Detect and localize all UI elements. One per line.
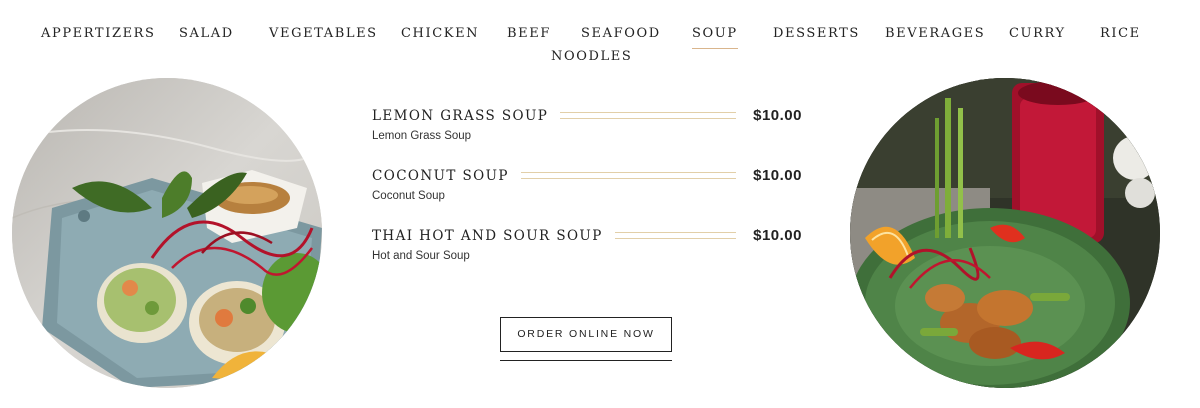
- nav-item-seafood[interactable]: SEAFOOD: [581, 26, 661, 41]
- category-nav: APPERTIZERS SALAD VEGETABLES CHICKEN BEE…: [0, 0, 1200, 70]
- menu-item-description: Lemon Grass Soup: [372, 130, 472, 142]
- menu-item-name: COCONUT SOUP: [372, 168, 521, 184]
- menu-item-description: Coconut Soup: [372, 190, 445, 202]
- order-online-button[interactable]: ORDER ONLINE NOW: [500, 317, 672, 352]
- menu-item-description: Hot and Sour Soup: [372, 250, 470, 262]
- nav-item-beef[interactable]: BEEF: [507, 26, 551, 41]
- leader-line: [536, 112, 736, 119]
- nav-item-chicken[interactable]: CHICKEN: [401, 26, 479, 41]
- menu-item: THAI HOT AND SOUR SOUP $10.00 Hot and So…: [372, 227, 802, 268]
- menu-item: LEMON GRASS SOUP $10.00 Lemon Grass Soup: [372, 107, 802, 148]
- nav-item-beverages[interactable]: BEVERAGES: [885, 26, 985, 41]
- spring-rolls-photo: [12, 78, 322, 388]
- menu-item-price: $10.00: [753, 107, 802, 124]
- nav-item-appertizers[interactable]: APPERTIZERS: [41, 26, 156, 41]
- menu-item-name: THAI HOT AND SOUR SOUP: [372, 228, 615, 244]
- menu-item-price: $10.00: [753, 167, 802, 184]
- stir-fry-photo: [850, 78, 1160, 388]
- nav-item-noodles[interactable]: NOODLES: [551, 49, 632, 64]
- button-underline: [500, 360, 672, 361]
- nav-item-salad[interactable]: SALAD: [179, 26, 234, 41]
- nav-item-desserts[interactable]: DESSERTS: [773, 26, 860, 41]
- nav-item-soup[interactable]: SOUP: [692, 26, 738, 49]
- menu-item: COCONUT SOUP $10.00 Coconut Soup: [372, 167, 802, 208]
- menu-item-name: LEMON GRASS SOUP: [372, 108, 561, 124]
- nav-item-curry[interactable]: CURRY: [1009, 26, 1066, 41]
- nav-item-vegetables[interactable]: VEGETABLES: [269, 26, 378, 41]
- menu-item-price: $10.00: [753, 227, 802, 244]
- leader-line: [504, 172, 736, 179]
- nav-item-rice[interactable]: RICE: [1100, 26, 1141, 41]
